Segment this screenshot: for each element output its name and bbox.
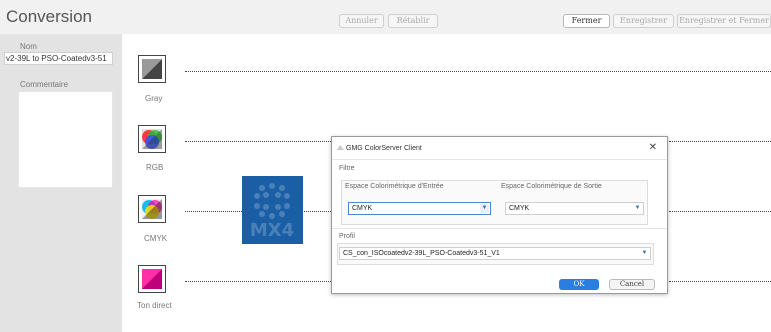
logo-text: MX4	[250, 220, 294, 241]
profile-label: Profil	[339, 233, 355, 240]
dialog-divider	[332, 159, 667, 160]
name-field[interactable]: v2-39L to PSO-Coatedv3-51	[4, 52, 113, 65]
rgb-connector-line	[185, 141, 331, 142]
spot-connector-line	[185, 281, 331, 282]
cmyk-connector-line	[185, 211, 242, 212]
profile-value: CS_con_ISOcoatedv2-39L_PSO-Coatedv3-51_V…	[343, 250, 500, 257]
filter-label: Filtre	[339, 165, 355, 172]
rgb-swatch-icon[interactable]	[138, 125, 166, 153]
cmyk-connector-line-mid	[304, 211, 331, 212]
app-window: Conversion Annuler Rétablir Fermer Enreg…	[0, 0, 771, 332]
dialog-title: GMG ColorServer Client	[346, 145, 422, 152]
dialog-divider	[332, 228, 667, 229]
profile-select[interactable]: CS_con_ISOcoatedv2-39L_PSO-Coatedv3-51_V…	[339, 247, 651, 260]
ok-button[interactable]: OK	[559, 279, 599, 290]
name-label: Nom	[20, 42, 37, 51]
gray-connector-line	[185, 71, 771, 72]
output-space-label: Espace Colorimétrique de Sortie	[501, 183, 602, 190]
save-button[interactable]: Enregistrer	[613, 14, 674, 28]
comment-label: Commentaire	[20, 80, 69, 89]
rgb-label: RGB	[146, 163, 164, 172]
spot-connector-line-right	[669, 281, 771, 282]
close-icon[interactable]: ✕	[649, 142, 657, 153]
output-space-select[interactable]: CMYK ▼	[505, 202, 644, 215]
gray-swatch-icon[interactable]	[138, 55, 166, 83]
save-and-close-button[interactable]: Enregistrer et Fermer	[677, 14, 771, 28]
app-icon	[337, 145, 344, 150]
cmyk-connector-line-right	[669, 211, 771, 212]
page-title: Conversion	[6, 7, 92, 26]
spot-color-swatch-icon[interactable]	[138, 265, 166, 293]
top-bar: Conversion Annuler Rétablir Fermer Enreg…	[0, 0, 771, 34]
cmyk-label: CMYK	[144, 234, 168, 243]
chevron-down-icon[interactable]: ▼	[640, 249, 649, 258]
redo-button[interactable]: Rétablir	[388, 14, 438, 28]
spot-color-label: Ton direct	[137, 301, 172, 310]
output-space-value: CMYK	[509, 205, 530, 212]
cancel-button[interactable]: Cancel	[609, 279, 655, 290]
input-space-value: CMYK	[352, 205, 373, 212]
mx4-logo[interactable]: MX4	[242, 176, 303, 244]
chevron-down-icon[interactable]: ▼	[480, 204, 489, 213]
chevron-down-icon[interactable]: ▼	[633, 204, 642, 213]
colorserver-dialog: GMG ColorServer Client ✕ Filtre Espace C…	[331, 136, 668, 294]
comment-field[interactable]	[18, 91, 113, 188]
rgb-connector-line-right	[669, 141, 771, 142]
undo-button[interactable]: Annuler	[339, 14, 384, 28]
cmyk-swatch-icon[interactable]	[138, 195, 166, 223]
input-space-label: Espace Colorimétrique d'Entrée	[345, 183, 444, 190]
input-space-select[interactable]: CMYK ▼	[348, 202, 491, 215]
gray-label: Gray	[145, 94, 163, 103]
close-button[interactable]: Fermer	[563, 14, 610, 28]
